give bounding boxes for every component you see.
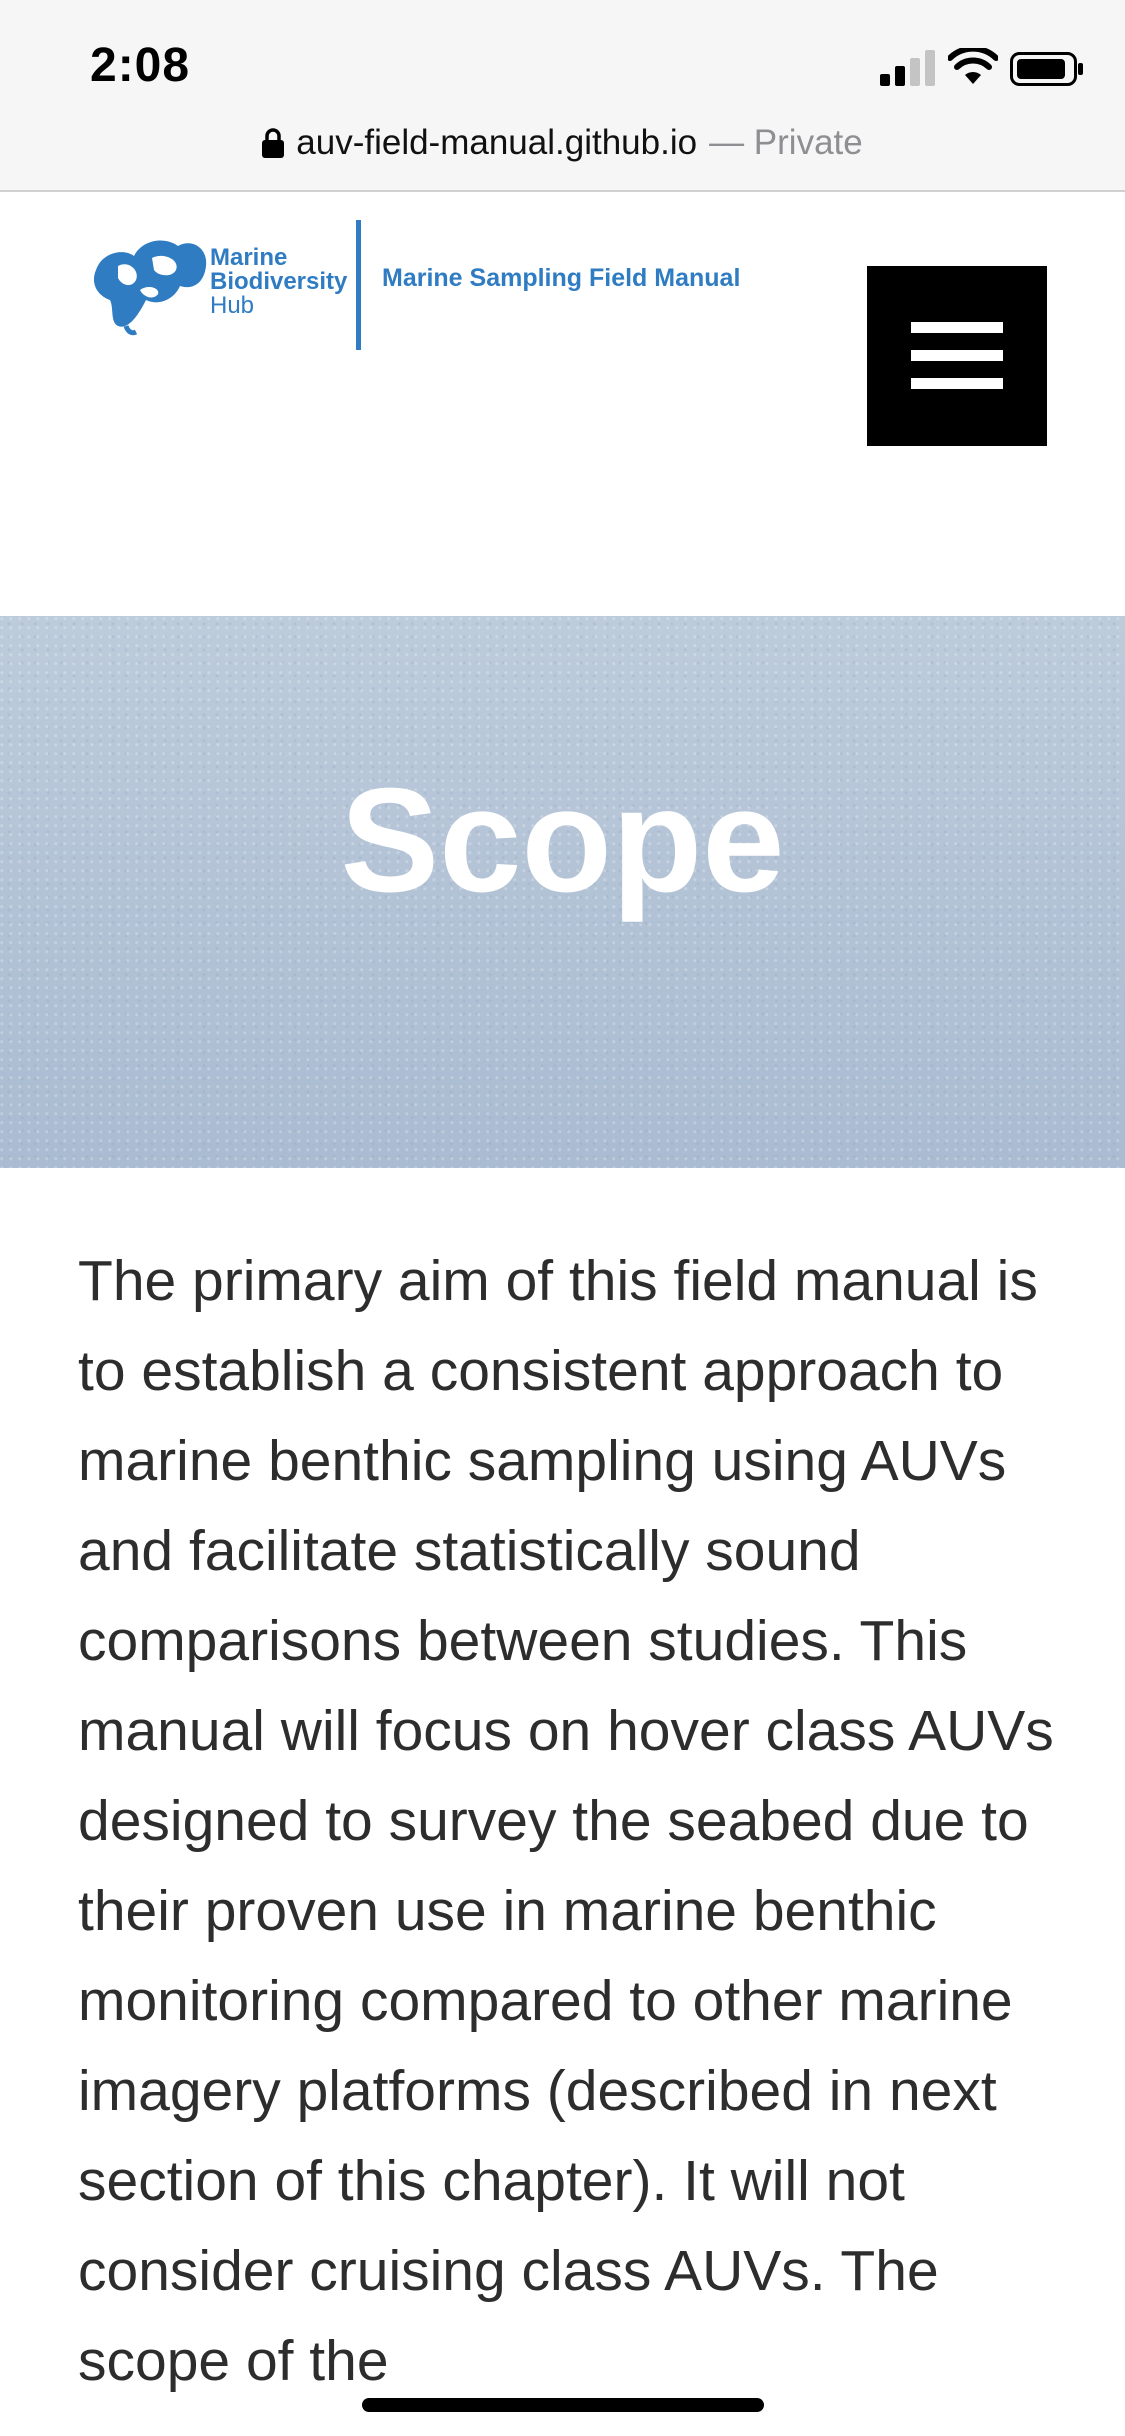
marine-biodiversity-hub-logo-icon[interactable]: [88, 230, 212, 338]
lock-icon: [262, 128, 285, 158]
menu-button[interactable]: [867, 266, 1047, 446]
logo-divider: [356, 220, 361, 350]
wifi-icon: [948, 48, 998, 84]
page-title: Scope: [340, 758, 785, 923]
hamburger-menu-icon: [911, 322, 1003, 333]
logo-wordmark: Marine Biodiversity Hub: [210, 246, 360, 318]
status-time: 2:08: [90, 39, 191, 92]
cellular-signal-icon: [880, 50, 935, 86]
status-bar: 2:08 auv-field-manual.github.io — Privat…: [0, 0, 1125, 192]
logo-line-marine: Marine: [210, 244, 288, 271]
private-browsing-label: — Private: [709, 123, 863, 162]
site-title[interactable]: Marine Sampling Field Manual: [382, 264, 740, 293]
logo-line-hub: Hub: [210, 292, 255, 319]
battery-icon: [1010, 52, 1083, 86]
url-text: auv-field-manual.github.io: [296, 123, 698, 162]
hero-banner: Scope: [0, 616, 1125, 1168]
home-indicator[interactable]: [362, 2398, 764, 2412]
logo-line-biodiversity: Biodiversity: [210, 268, 348, 295]
address-bar[interactable]: auv-field-manual.github.io — Private: [0, 118, 1125, 168]
scope-paragraph: The primary aim of this field manual is …: [78, 1249, 1054, 2393]
